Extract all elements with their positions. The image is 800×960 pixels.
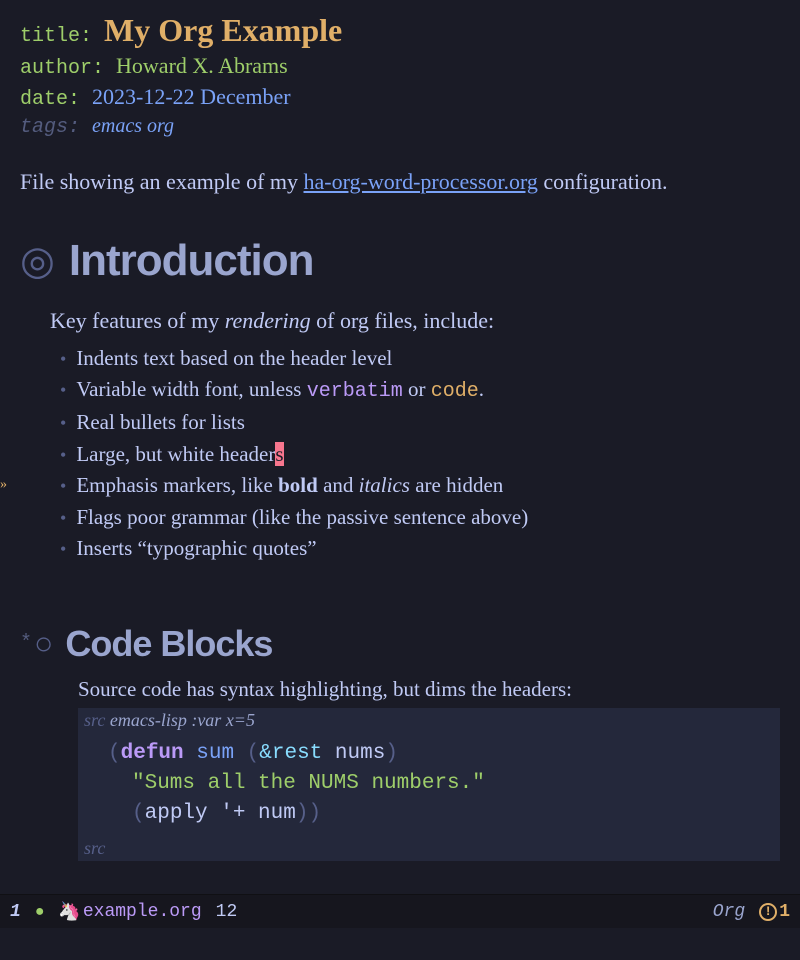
meta-tags-key: tags: (20, 116, 80, 139)
meta-date-key: date: (20, 88, 80, 111)
bullet-icon: • (60, 346, 66, 373)
window-number: 1 (10, 902, 21, 922)
unicorn-icon: 🦄 (58, 901, 80, 923)
major-mode[interactable]: Org (713, 902, 745, 922)
list-item: • Large, but white headers (60, 439, 780, 471)
org-star: * (20, 632, 32, 655)
line-number: 12 (216, 902, 238, 922)
source-code-block[interactable]: (defun sum (&rest nums) "Sums all the NU… (78, 733, 780, 836)
modified-indicator-icon: ● (35, 903, 45, 921)
list-item: • Variable width font, unless verbatim o… (60, 374, 780, 407)
heading-bullet-icon: ◎ (20, 238, 55, 284)
list-item: • Inserts “typographic quotes” (60, 533, 780, 565)
verbatim-text: verbatim (307, 380, 403, 403)
src-block-begin: src emacs-lisp :var x=5 (78, 708, 780, 733)
heading-bullet-icon: ○ (34, 625, 53, 662)
list-item: • Indents text based on the header level (60, 343, 780, 375)
heading-introduction: ◎ Introduction (20, 236, 780, 286)
meta-author-value: Howard X. Abrams (116, 53, 288, 78)
meta-date-line: date: 2023-12-22 December (20, 84, 780, 111)
list-item: » • Emphasis markers, like bold and ital… (60, 470, 780, 502)
bullet-icon: • (60, 442, 66, 469)
meta-tags-line: tags: emacs org (20, 115, 780, 139)
meta-author-key: author: (20, 57, 104, 80)
feature-list: • Indents text based on the header level… (50, 343, 780, 565)
modeline[interactable]: 1 ● 🦄 example.org 12 Org ! 1 (0, 894, 800, 928)
meta-title-key: title: (20, 25, 92, 48)
section-code-blocks: * ○ Code Blocks Source code has syntax h… (20, 623, 780, 861)
bullet-icon: • (60, 473, 66, 500)
intro-paragraph: File showing an example of my ha-org-wor… (20, 167, 780, 198)
code-text: code (431, 380, 479, 403)
meta-title-value: My Org Example (104, 12, 342, 48)
section1-lead: Key features of my rendering of org file… (50, 306, 780, 337)
meta-title-line: title: My Org Example (20, 12, 780, 49)
meta-date-value: 2023-12-22 December (92, 84, 291, 109)
heading-code-blocks: * ○ Code Blocks (20, 623, 780, 665)
bullet-icon: • (60, 536, 66, 563)
meta-tags-value: emacs org (92, 115, 174, 137)
list-item: • Real bullets for lists (60, 407, 780, 439)
src-block-end: src (78, 836, 780, 861)
list-item: • Flags poor grammar (like the passive s… (60, 502, 780, 534)
warning-icon: ! (759, 903, 777, 921)
text-cursor: s (275, 442, 283, 466)
config-link[interactable]: ha-org-word-processor.org (304, 169, 538, 194)
flycheck-warning[interactable]: ! 1 (759, 902, 790, 922)
meta-author-line: author: Howard X. Abrams (20, 53, 780, 80)
minibuffer[interactable] (0, 928, 800, 960)
editor-buffer[interactable]: title: My Org Example author: Howard X. … (0, 0, 800, 881)
bullet-icon: • (60, 505, 66, 532)
buffer-filename[interactable]: example.org (83, 902, 202, 922)
fringe-indicator-icon: » (0, 474, 7, 495)
bullet-icon: • (60, 377, 66, 404)
bullet-icon: • (60, 410, 66, 437)
section2-para: Source code has syntax highlighting, but… (78, 677, 780, 702)
